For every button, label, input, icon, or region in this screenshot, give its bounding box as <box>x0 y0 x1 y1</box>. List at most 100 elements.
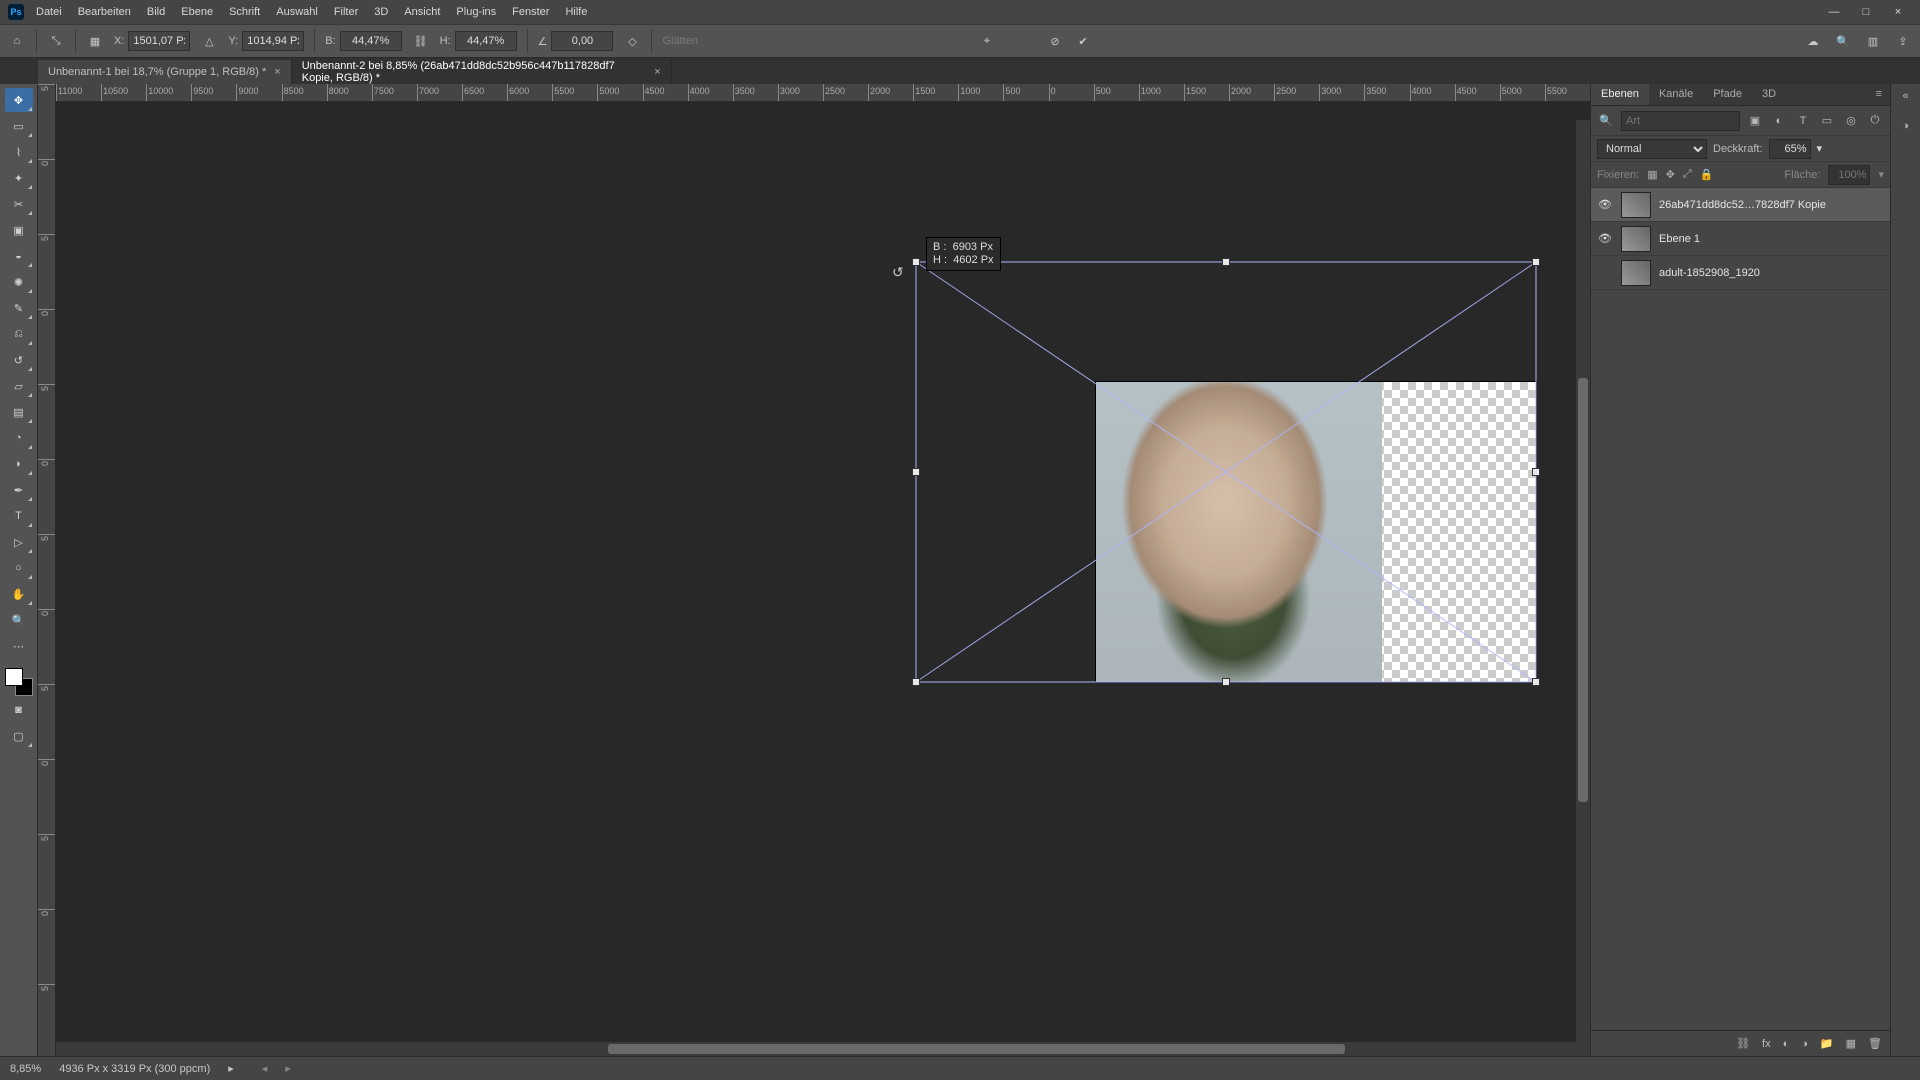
filter-shape-icon[interactable]: ▭ <box>1818 112 1836 130</box>
status-next-icon[interactable]: ▸ <box>285 1062 291 1075</box>
menu-auswahl[interactable]: Auswahl <box>268 3 326 21</box>
color-panel-icon[interactable]: ◑ <box>1896 120 1916 140</box>
close-icon[interactable]: × <box>654 66 660 78</box>
menu-bild[interactable]: Bild <box>139 3 173 21</box>
fill-input[interactable] <box>1828 165 1870 185</box>
eyedropper-tool[interactable]: ◒ <box>5 244 33 268</box>
transform-handle-s[interactable] <box>1222 678 1230 686</box>
screenmode-icon[interactable]: ▢ <box>5 724 33 748</box>
blend-mode-select[interactable]: Normal <box>1597 139 1707 159</box>
document-tab[interactable]: Unbenannt-1 bei 18,7% (Gruppe 1, RGB/8) … <box>38 60 292 84</box>
layer-thumbnail[interactable] <box>1621 192 1651 218</box>
collapsed-panel-icon[interactable]: « <box>1896 90 1916 110</box>
transform-mode-icon[interactable]: ⤡ <box>47 32 65 50</box>
panel-tab-ebenen[interactable]: Ebenen <box>1591 84 1649 105</box>
menu-fenster[interactable]: Fenster <box>504 3 557 21</box>
menu-datei[interactable]: Datei <box>28 3 70 21</box>
layer-thumbnail[interactable] <box>1621 260 1651 286</box>
adjustment-layer-icon[interactable]: ◑ <box>1801 1038 1808 1050</box>
reference-point-icon[interactable]: ▦ <box>86 32 104 50</box>
window-minimize[interactable]: — <box>1820 3 1848 21</box>
transform-handle-ne[interactable] <box>1532 258 1540 266</box>
transform-h-input[interactable] <box>455 31 517 51</box>
layer-row[interactable]: adult-1852908_1920 <box>1591 256 1890 290</box>
zoom-tool[interactable]: 🔍 <box>5 608 33 632</box>
menu-ansicht[interactable]: Ansicht <box>396 3 448 21</box>
filter-toggle-icon[interactable]: ⏻ <box>1866 112 1884 130</box>
lock-artboard-icon[interactable]: ⤢ <box>1683 168 1692 181</box>
fill-dropdown-icon[interactable]: ▾ <box>1878 168 1884 181</box>
status-zoom[interactable]: 8,85% <box>10 1063 41 1075</box>
marquee-tool[interactable]: ▭ <box>5 114 33 138</box>
panel-tab-kanäle[interactable]: Kanäle <box>1649 84 1703 105</box>
transform-w-input[interactable] <box>340 31 402 51</box>
layer-name[interactable]: adult-1852908_1920 <box>1659 267 1884 279</box>
frame-tool[interactable]: ▣ <box>5 218 33 242</box>
horizontal-scrollbar[interactable] <box>56 1042 1590 1056</box>
window-maximize[interactable]: □ <box>1852 3 1880 21</box>
search-app-icon[interactable]: 🔍 <box>1834 32 1852 50</box>
lock-all-icon[interactable]: 🔒 <box>1700 168 1714 181</box>
filter-smart-icon[interactable]: ◎ <box>1842 112 1860 130</box>
status-doc-info[interactable]: 4936 Px x 3319 Px (300 ppcm) <box>59 1063 210 1075</box>
panel-menu-icon[interactable]: ≡ <box>1868 84 1890 105</box>
lasso-tool[interactable]: ⌇ <box>5 140 33 164</box>
filter-adjust-icon[interactable]: ◐ <box>1770 112 1788 130</box>
link-wh-icon[interactable]: ⛓ <box>412 32 430 50</box>
panel-tab-pfade[interactable]: Pfade <box>1703 84 1752 105</box>
canvas[interactable]: ↺ B : 6903 Px H : 4602 Px <box>56 102 1590 1056</box>
close-icon[interactable]: × <box>274 66 280 78</box>
commit-transform-icon[interactable]: ✔ <box>1074 32 1092 50</box>
layer-mask-icon[interactable]: ◐ <box>1783 1038 1790 1050</box>
foreground-color-swatch[interactable] <box>5 668 23 686</box>
triangle-icon[interactable]: △ <box>200 32 218 50</box>
transform-handle-sw[interactable] <box>912 678 920 686</box>
vertical-scrollbar[interactable] <box>1576 120 1590 1042</box>
transform-y-input[interactable] <box>242 31 304 51</box>
hand-tool[interactable]: ✋ <box>5 582 33 606</box>
path-select-tool[interactable]: ▷ <box>5 530 33 554</box>
layer-visibility-icon[interactable]: 👁 <box>1597 198 1613 211</box>
transform-handle-n[interactable] <box>1222 258 1230 266</box>
layer-group-icon[interactable]: 📁 <box>1820 1037 1834 1050</box>
layer-name[interactable]: Ebene 1 <box>1659 233 1884 245</box>
pen-tool[interactable]: ✒ <box>5 478 33 502</box>
layer-filter-input[interactable] <box>1621 111 1740 131</box>
menu-bearbeiten[interactable]: Bearbeiten <box>70 3 139 21</box>
layer-name[interactable]: 26ab471dd8dc52…7828df7 Kopie <box>1659 199 1884 211</box>
menu-3d[interactable]: 3D <box>366 3 396 21</box>
layer-fx-icon[interactable]: fx <box>1762 1038 1771 1050</box>
blur-tool[interactable]: ◔ <box>5 426 33 450</box>
opacity-dropdown-icon[interactable]: ▾ <box>1817 142 1823 155</box>
history-brush-tool[interactable]: ↺ <box>5 348 33 372</box>
link-layers-icon[interactable]: ⛓ <box>1736 1037 1750 1050</box>
home-icon[interactable]: ⌂ <box>8 32 26 50</box>
filter-image-icon[interactable]: ▣ <box>1746 112 1764 130</box>
layer-row[interactable]: 👁 26ab471dd8dc52…7828df7 Kopie <box>1591 188 1890 222</box>
status-arrow-icon[interactable]: ▸ <box>228 1062 234 1075</box>
crop-tool[interactable]: ✂ <box>5 192 33 216</box>
shape-tool[interactable]: ○ <box>5 556 33 580</box>
status-prev-icon[interactable]: ◂ <box>262 1062 268 1075</box>
gradient-tool[interactable]: ▤ <box>5 400 33 424</box>
panel-tab-3d[interactable]: 3D <box>1752 84 1786 105</box>
layer-visibility-icon[interactable]: 👁 <box>1597 232 1613 245</box>
lock-pixels-icon[interactable]: ▦ <box>1647 168 1657 181</box>
layer-row[interactable]: 👁 Ebene 1 <box>1591 222 1890 256</box>
magic-wand-tool[interactable]: ✦ <box>5 166 33 190</box>
transform-handle-nw[interactable] <box>912 258 920 266</box>
lock-position-icon[interactable]: ✥ <box>1666 168 1675 181</box>
skew-icon[interactable]: ◇ <box>623 32 641 50</box>
move-tool[interactable]: ✥ <box>5 88 33 112</box>
cancel-transform-icon[interactable]: ⊘ <box>1046 32 1064 50</box>
color-swatches[interactable] <box>5 668 33 696</box>
transform-handle-w[interactable] <box>912 468 920 476</box>
window-close[interactable]: × <box>1884 3 1912 21</box>
eraser-tool[interactable]: ▱ <box>5 374 33 398</box>
menu-filter[interactable]: Filter <box>326 3 366 21</box>
menu-schrift[interactable]: Schrift <box>221 3 268 21</box>
type-tool[interactable]: T <box>5 504 33 528</box>
cloud-docs-icon[interactable]: ☁ <box>1804 32 1822 50</box>
edit-toolbar-icon[interactable]: ⋯ <box>5 634 33 658</box>
delete-layer-icon[interactable]: 🗑 <box>1868 1037 1882 1050</box>
